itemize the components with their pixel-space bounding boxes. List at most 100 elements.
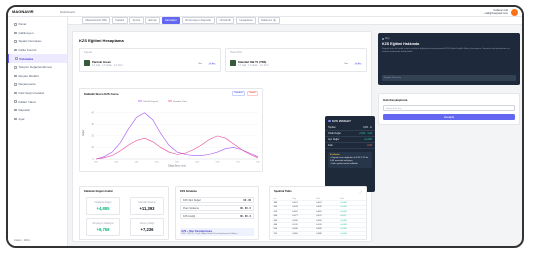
sidebar-item[interactable]: Ayar — [8, 115, 67, 124]
sidebar-item[interactable]: Kâlarıt Yakıcı — [8, 97, 67, 106]
rank-value: 00 · 00 · 0 — [240, 214, 251, 218]
source-label: Kaynak — [84, 51, 92, 54]
metric-label: Güven Aralığı — [139, 222, 155, 225]
source-tag-a: Yes — [196, 62, 204, 66]
tab[interactable]: Hesaplama — [235, 17, 257, 24]
y-tick-label: 40 — [91, 112, 94, 115]
table-cell: +0,004 — [338, 231, 366, 237]
sidebar-item[interactable]: Reçetemetre — [8, 80, 67, 89]
user-info[interactable]: Kullanıcı Adı mail@magnavir.com — [484, 9, 508, 15]
top-bar: MAGNAVIR Dashboard Kullanıcı Adı mail@ma… — [8, 7, 522, 17]
info-input[interactable]: Kaynak Ürün Seç — [382, 75, 516, 81]
y-tick-label: 30 — [91, 123, 94, 126]
target-tag-b: % Ka — [353, 62, 362, 66]
x-tick-label: 580 — [175, 162, 179, 164]
tab[interactable]: Rezervasyon Raporlar — [181, 17, 215, 24]
sidebar-item[interactable]: Siparis Numarası — [8, 37, 67, 46]
metric-label: Standart Sapma — [138, 201, 156, 204]
menu-item-icon — [14, 83, 17, 86]
menu-item-icon — [14, 23, 17, 26]
insight-row-value: +0,41% — [363, 138, 372, 141]
menu-item-icon — [14, 91, 17, 95]
info-card: Bilgi KZS Eğitimi Hakkında Kaynak ürün i… — [378, 33, 520, 85]
expand-icon[interactable]: ⤢ — [360, 190, 362, 194]
sidebar-item-label: Gidilmeyen — [18, 30, 34, 35]
sidebar-item[interactable]: Gidilmeyen — [8, 29, 67, 38]
sidebar-item[interactable]: Reçete Modülü — [8, 72, 67, 81]
insight-note-line-2: • Stok içinde kontrol edilebilir — [330, 162, 358, 165]
sidebar-item[interactable]: Fotoluma — [8, 54, 67, 63]
metric-value: +8,768 — [96, 227, 110, 232]
target-label: Hedef Ürün — [230, 51, 243, 54]
main-panel: KZS Eğitimi Hesaplama Kaynak Yes % Ka Pa… — [72, 31, 375, 242]
rank-note-sub: KZS + SKOR + Puan Değeri Hedef Ürün Karş… — [181, 232, 238, 235]
tab[interactable]: Karsılaştır — [161, 17, 181, 24]
table-row: 520 0,084 0,088 +0,004 — [272, 231, 366, 237]
sidebar: Panel Gidilmeyen Siparis Numarası Kalite Ko… — [8, 17, 68, 246]
insight-row-value: +0,62 · 1,23 — [359, 132, 372, 135]
tab[interactable]: Ekmek — [145, 17, 161, 24]
sidebar-item[interactable]: Kalıt Seçim Koleksi — [8, 89, 67, 98]
target-meta: 3,1 bağ · 1,5 dolan · 0,1 Kürt — [238, 64, 269, 67]
y-tick-label: 0 — [93, 158, 95, 161]
insight-row-value: 0,84 · m — [363, 126, 372, 129]
table-cell: 0,088 — [314, 231, 339, 237]
chart-standard-button[interactable]: Standart — [231, 91, 246, 96]
user-email: mail@magnavir.com — [484, 12, 508, 15]
rank-value: 00 · 00 · 0 — [240, 206, 251, 210]
sidebar-item-label: Reçete Modülü — [18, 73, 39, 78]
x-tick-label: 530 — [155, 162, 159, 164]
calculate-button[interactable]: Hesapla — [383, 114, 515, 120]
page-subtitle: Dashboard — [60, 10, 75, 14]
target-tag-a: Yes — [342, 62, 350, 66]
metric-card: Standart Sapma +11,393 — [130, 197, 164, 215]
rank-value: 00 · 00 — [243, 198, 251, 202]
table-cell: 520 — [272, 231, 291, 237]
rank-title: KZS Sıralama — [180, 190, 197, 193]
tab[interactable]: Müşterilerimiz (Bk) — [82, 17, 111, 24]
rank-panel: KZS Sıralama KZS Skor Değeri 00 · 00 Puan … — [175, 186, 259, 240]
rank-label: KZS Aralığı — [183, 214, 196, 218]
brand-logo[interactable]: MAGNAVIR — [12, 9, 33, 14]
page-title: KZS Eğitimi Hesaplama — [79, 38, 124, 43]
sidebar-item[interactable]: Raporlar — [8, 106, 67, 115]
menu-item-icon — [14, 117, 17, 121]
calc-card: Hızlı Karşılaştırma Hedef Ürün Seç Hesap… — [378, 93, 520, 125]
sidebar-item-label: Kâlarıt Yakıcı — [18, 99, 37, 104]
tab[interactable]: Sporlu — [129, 17, 144, 24]
sidebar-item-label: Ayar — [18, 116, 25, 121]
target-product-select[interactable]: Hedef Ürün Seç — [383, 105, 515, 111]
insight-row-label: Toplam — [328, 126, 336, 129]
calc-title: Hızlı Karşılaştırma — [383, 98, 408, 102]
insight-icon — [328, 119, 331, 123]
source-tag-b: % Ka — [207, 62, 216, 66]
sidebar-item[interactable]: Kalite Kontrol — [8, 46, 67, 55]
metrics-title: Kalitenin Değeri Analizi — [84, 190, 113, 193]
avatar[interactable] — [511, 9, 518, 16]
rank-label: Puan Sıralama — [183, 206, 199, 210]
metric-value: +7,236 — [140, 227, 154, 232]
chart-panel-title: Kalitelik Skoru KZS Curve — [84, 92, 119, 96]
target-product-card[interactable]: Hedef Ürün Yes % Ka Standart KB-T1 (TR3)… — [225, 48, 367, 72]
sidebar-item-label: Siparis Numarası — [18, 39, 42, 44]
info-label: Bilgi — [385, 37, 390, 40]
tab[interactable]: Kapaklı — [111, 17, 128, 24]
tab-bar: Müşterilerimiz (Bk) Kapaklı Sporlu Ekmek Kar… — [68, 17, 522, 25]
chart-target-button[interactable]: Hedef — [247, 91, 258, 96]
sidebar-item[interactable]: Panel — [8, 20, 67, 29]
sidebar-item-label: Panel — [18, 22, 27, 27]
tab[interactable]: Ürünlerdir — [216, 17, 235, 24]
tab[interactable]: Raflarınız (3) — [257, 17, 280, 24]
sidebar-item-label: Tasarım Değerlendirmesi — [18, 65, 52, 70]
rank-row: KZS Aralığı 00 · 00 · 0 — [180, 213, 254, 219]
menu-item-icon — [15, 57, 18, 60]
sidebar-item[interactable]: Tasarım Değerlendirmesi — [8, 63, 67, 72]
metric-label: Ortalama Değer — [94, 201, 112, 204]
menu-item-icon — [14, 40, 17, 43]
app-window: MAGNAVIR Dashboard Kullanıcı Adı mail@ma… — [6, 5, 524, 248]
info-icon — [382, 37, 384, 40]
y-tick-label: 20 — [91, 135, 94, 138]
insight-title: KZS INSIGHT — [332, 119, 352, 123]
metric-value: +11,393 — [139, 206, 155, 211]
source-product-card[interactable]: Kaynak Yes % Ka Pantoki Green 3,1 bağ · … — [79, 48, 221, 72]
